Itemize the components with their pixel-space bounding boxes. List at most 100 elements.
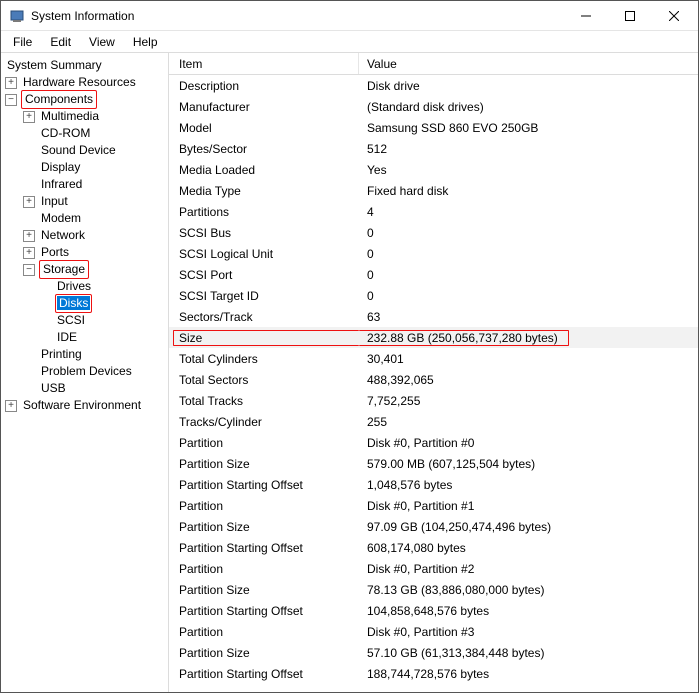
row-item: Partition Size <box>169 646 359 660</box>
tree-network[interactable]: Network <box>39 227 87 244</box>
row-item: Partitions <box>169 205 359 219</box>
detail-row[interactable]: Partition Starting Offset188,744,728,576… <box>169 663 698 684</box>
maximize-button[interactable] <box>608 2 652 30</box>
tree-ports[interactable]: Ports <box>39 244 71 261</box>
close-button[interactable] <box>652 2 696 30</box>
detail-row[interactable]: PartitionDisk #0, Partition #0 <box>169 432 698 453</box>
row-value: 0 <box>359 289 698 303</box>
detail-row[interactable]: SCSI Target ID0 <box>169 285 698 306</box>
detail-row[interactable]: Partition Starting Offset104,858,648,576… <box>169 600 698 621</box>
tree-sound[interactable]: Sound Device <box>39 142 118 159</box>
detail-row[interactable]: Total Sectors488,392,065 <box>169 369 698 390</box>
menubar: File Edit View Help <box>1 31 698 53</box>
row-item: Partition <box>169 436 359 450</box>
tree-multimedia[interactable]: Multimedia <box>39 108 101 125</box>
detail-row[interactable]: Partitions4 <box>169 201 698 222</box>
tree-display[interactable]: Display <box>39 159 82 176</box>
titlebar: System Information <box>1 1 698 31</box>
col-value[interactable]: Value <box>359 57 698 71</box>
detail-row[interactable]: Tracks/Cylinder255 <box>169 411 698 432</box>
row-value: 579.00 MB (607,125,504 bytes) <box>359 457 698 471</box>
detail-row[interactable]: Total Cylinders30,401 <box>169 348 698 369</box>
detail-row[interactable]: Total Tracks7,752,255 <box>169 390 698 411</box>
menu-file[interactable]: File <box>5 33 40 51</box>
menu-help[interactable]: Help <box>125 33 166 51</box>
tree-disks[interactable]: Disks <box>57 296 90 310</box>
tree-components[interactable]: Components <box>23 92 95 106</box>
row-value: 57.10 GB (61,313,384,448 bytes) <box>359 646 698 660</box>
detail-row[interactable]: Partition Size97.09 GB (104,250,474,496 … <box>169 516 698 537</box>
menu-edit[interactable]: Edit <box>42 33 79 51</box>
detail-row[interactable]: Partition Starting Offset608,174,080 byt… <box>169 537 698 558</box>
row-item: Total Cylinders <box>169 352 359 366</box>
tree-summary[interactable]: System Summary <box>5 57 104 74</box>
detail-row[interactable]: Partition Starting Offset1,048,576 bytes <box>169 474 698 495</box>
tree-panel: System Summary +Hardware Resources −Comp… <box>1 53 169 692</box>
menu-view[interactable]: View <box>81 33 123 51</box>
row-item: Total Tracks <box>169 394 359 408</box>
detail-row[interactable]: PartitionDisk #0, Partition #3 <box>169 621 698 642</box>
detail-body: DescriptionDisk driveManufacturer(Standa… <box>169 75 698 684</box>
expander-icon[interactable]: + <box>23 196 35 208</box>
tree-input[interactable]: Input <box>39 193 70 210</box>
detail-row[interactable]: Media TypeFixed hard disk <box>169 180 698 201</box>
tree-scsi[interactable]: SCSI <box>55 312 87 329</box>
row-value: Yes <box>359 163 698 177</box>
window-title: System Information <box>31 9 564 23</box>
detail-panel: Item Value DescriptionDisk driveManufact… <box>169 53 698 692</box>
detail-row[interactable]: SCSI Bus0 <box>169 222 698 243</box>
expander-icon[interactable]: + <box>23 111 35 123</box>
tree-storage[interactable]: Storage <box>41 262 87 276</box>
row-value: 7,752,255 <box>359 394 698 408</box>
expander-icon[interactable]: + <box>23 230 35 242</box>
col-item[interactable]: Item <box>169 53 359 74</box>
row-item: Partition <box>169 562 359 576</box>
detail-row[interactable]: SCSI Logical Unit0 <box>169 243 698 264</box>
row-value: 0 <box>359 268 698 282</box>
detail-row[interactable]: Partition Size57.10 GB (61,313,384,448 b… <box>169 642 698 663</box>
tree-cdrom[interactable]: CD-ROM <box>39 125 92 142</box>
expander-icon[interactable]: − <box>5 94 17 106</box>
row-value: 78.13 GB (83,886,080,000 bytes) <box>359 583 698 597</box>
row-item: Manufacturer <box>169 100 359 114</box>
tree-problem[interactable]: Problem Devices <box>39 363 134 380</box>
detail-row[interactable]: Manufacturer(Standard disk drives) <box>169 96 698 117</box>
tree-drives[interactable]: Drives <box>55 278 93 295</box>
detail-row[interactable]: Sectors/Track63 <box>169 306 698 327</box>
detail-row[interactable]: Partition Size78.13 GB (83,886,080,000 b… <box>169 579 698 600</box>
detail-row[interactable]: Size232.88 GB (250,056,737,280 bytes) <box>169 327 698 348</box>
row-value: 63 <box>359 310 698 324</box>
tree-printing[interactable]: Printing <box>39 346 84 363</box>
expander-icon[interactable]: + <box>5 400 17 412</box>
detail-row[interactable]: Bytes/Sector512 <box>169 138 698 159</box>
row-value: 188,744,728,576 bytes <box>359 667 698 681</box>
row-value: 0 <box>359 247 698 261</box>
tree-swenv[interactable]: Software Environment <box>21 397 143 414</box>
tree-usb[interactable]: USB <box>39 380 68 397</box>
expander-icon[interactable]: − <box>23 264 35 276</box>
tree-ide[interactable]: IDE <box>55 329 79 346</box>
row-item: Partition Starting Offset <box>169 667 359 681</box>
app-icon <box>9 8 25 24</box>
detail-row[interactable]: PartitionDisk #0, Partition #2 <box>169 558 698 579</box>
tree-infrared[interactable]: Infrared <box>39 176 84 193</box>
row-item: Partition Size <box>169 583 359 597</box>
expander-icon[interactable]: + <box>5 77 17 89</box>
row-value: 1,048,576 bytes <box>359 478 698 492</box>
detail-row[interactable]: ModelSamsung SSD 860 EVO 250GB <box>169 117 698 138</box>
detail-row[interactable]: Media LoadedYes <box>169 159 698 180</box>
row-item: Size <box>169 331 359 345</box>
row-value: Disk #0, Partition #1 <box>359 499 698 513</box>
row-value: 104,858,648,576 bytes <box>359 604 698 618</box>
row-item: Partition Starting Offset <box>169 478 359 492</box>
detail-row[interactable]: Partition Size579.00 MB (607,125,504 byt… <box>169 453 698 474</box>
tree-modem[interactable]: Modem <box>39 210 83 227</box>
detail-row[interactable]: DescriptionDisk drive <box>169 75 698 96</box>
row-item: SCSI Bus <box>169 226 359 240</box>
detail-row[interactable]: SCSI Port0 <box>169 264 698 285</box>
minimize-button[interactable] <box>564 2 608 30</box>
row-item: Model <box>169 121 359 135</box>
detail-row[interactable]: PartitionDisk #0, Partition #1 <box>169 495 698 516</box>
tree-hardware[interactable]: Hardware Resources <box>21 74 138 91</box>
expander-icon[interactable]: + <box>23 247 35 259</box>
